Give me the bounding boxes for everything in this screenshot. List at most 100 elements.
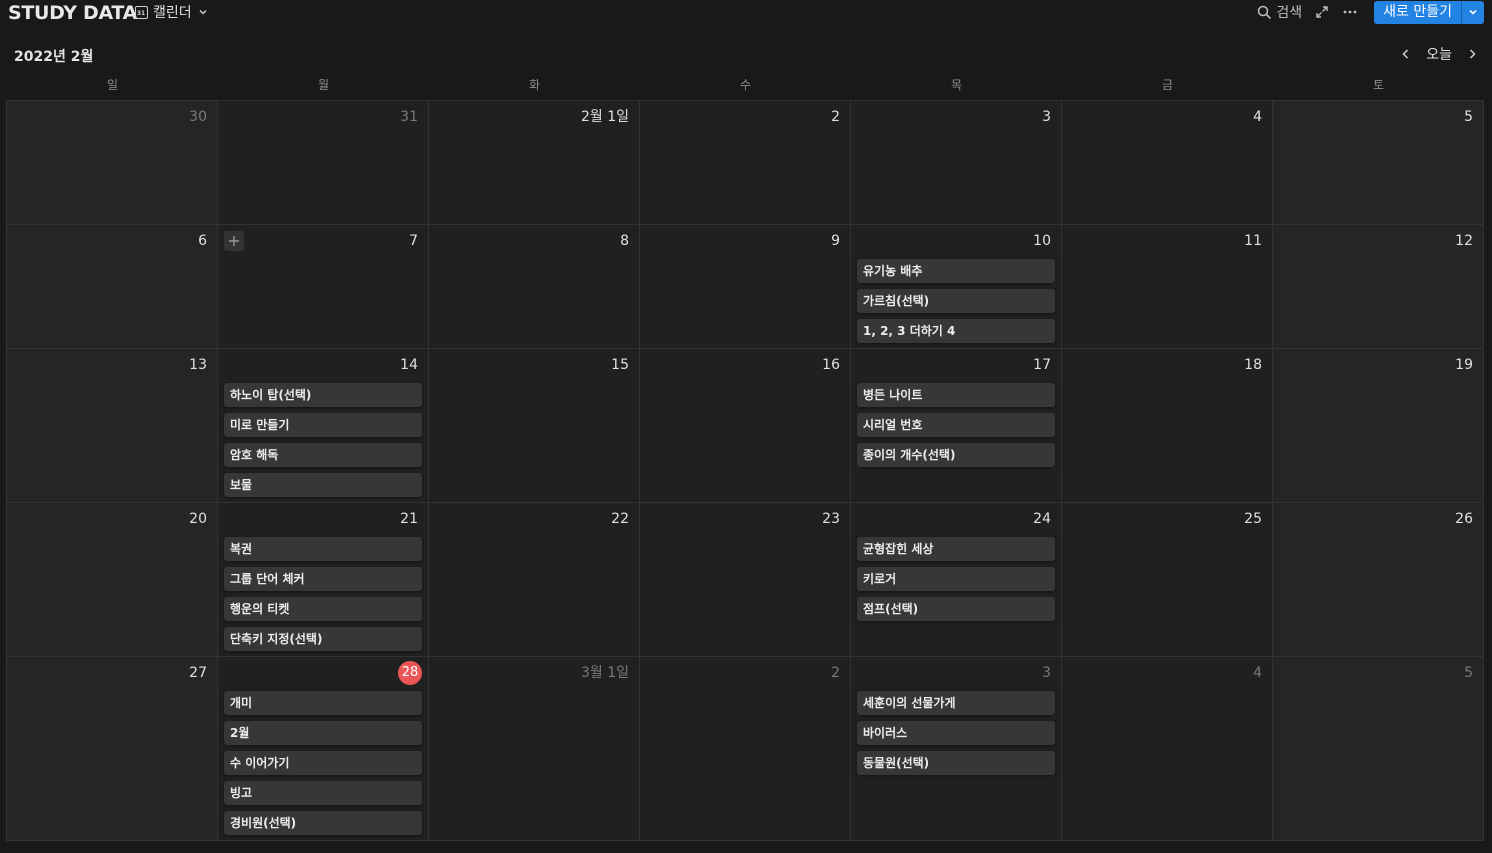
event-list: 병든 나이트시리얼 번호종이의 개수(선택): [857, 383, 1055, 467]
calendar-day-cell[interactable]: 2월 1일: [429, 101, 640, 225]
day-number: 4: [1253, 665, 1262, 681]
event-card[interactable]: 2월: [224, 721, 422, 745]
day-number: 30: [189, 109, 207, 125]
day-number: 15: [611, 357, 629, 373]
calendar-day-cell[interactable]: 25: [1062, 503, 1273, 657]
next-month-button[interactable]: [1464, 46, 1480, 62]
add-event-button[interactable]: [224, 231, 244, 251]
event-card[interactable]: 복권: [224, 537, 422, 561]
day-number: 2월 1일: [580, 109, 629, 125]
day-number: 8: [620, 233, 629, 249]
calendar-day-cell[interactable]: 8: [429, 225, 640, 349]
event-card[interactable]: 유기농 배추: [857, 259, 1055, 283]
search-label: 검색: [1276, 5, 1303, 21]
calendar-grid: 30 31 2월 1일 2 3 4 5 6 7 8 9 10 유기농 배추 가르침(선택) 1, 2, 3 …: [6, 100, 1484, 841]
event-card[interactable]: 암호 해독: [224, 443, 422, 467]
calendar-day-cell[interactable]: 14 하노이 탑(선택) 미로 만들기 암호 해독 보물: [218, 349, 429, 503]
event-card[interactable]: 하노이 탑(선택): [224, 383, 422, 407]
day-number: 18: [1244, 357, 1262, 373]
calendar-day-cell[interactable]: 6: [7, 225, 218, 349]
calendar-day-cell[interactable]: 19: [1273, 349, 1484, 503]
chevron-left-icon: [1402, 49, 1409, 59]
calendar-day-cell[interactable]: 3: [851, 101, 1062, 225]
day-number: 12: [1455, 233, 1473, 249]
calendar-day-cell[interactable]: 16: [640, 349, 851, 503]
calendar-day-cell[interactable]: 24 균형잡힌 세상 키로거 점프(선택): [851, 503, 1062, 657]
more-icon[interactable]: [1342, 4, 1358, 20]
search-icon: [1256, 4, 1272, 20]
calendar-day-cell[interactable]: 11: [1062, 225, 1273, 349]
calendar-day-cell[interactable]: 15: [429, 349, 640, 503]
today-button[interactable]: 오늘: [1424, 44, 1454, 64]
event-card[interactable]: 1, 2, 3 더하기 4: [857, 319, 1055, 343]
event-card[interactable]: 보물: [224, 473, 422, 497]
calendar-day-cell[interactable]: 12: [1273, 225, 1484, 349]
weekday-label: 일: [106, 78, 119, 92]
month-navigation: 오늘: [1398, 44, 1480, 64]
calendar-day-cell[interactable]: 26: [1273, 503, 1484, 657]
calendar-day-cell[interactable]: 5: [1273, 657, 1484, 841]
weekday-label: 목: [950, 78, 963, 92]
day-number: 10: [1033, 233, 1051, 249]
day-number: 6: [198, 233, 207, 249]
event-card[interactable]: 동물원(선택): [857, 751, 1055, 775]
calendar-day-cell[interactable]: 3월 1일: [429, 657, 640, 841]
event-card[interactable]: 바이러스: [857, 721, 1055, 745]
event-card[interactable]: 단축키 지정(선택): [224, 627, 422, 651]
calendar-day-cell[interactable]: 2: [640, 101, 851, 225]
calendar-day-cell[interactable]: 30: [7, 101, 218, 225]
calendar-day-cell[interactable]: 23: [640, 503, 851, 657]
day-number: 5: [1464, 109, 1473, 125]
calendar-day-cell[interactable]: 22: [429, 503, 640, 657]
new-dropdown-button[interactable]: [1461, 0, 1484, 24]
calendar-day-cell[interactable]: 5: [1273, 101, 1484, 225]
event-card[interactable]: 개미: [224, 691, 422, 715]
calendar-day-cell[interactable]: 9: [640, 225, 851, 349]
event-card[interactable]: 가르침(선택): [857, 289, 1055, 313]
event-card[interactable]: 균형잡힌 세상: [857, 537, 1055, 561]
month-title: 2022년 2월: [14, 49, 94, 65]
calendar-day-cell[interactable]: 7: [218, 225, 429, 349]
chevron-down-icon: [197, 6, 209, 18]
event-card[interactable]: 세훈이의 선물가게: [857, 691, 1055, 715]
calendar-day-cell[interactable]: 17 병든 나이트 시리얼 번호 종이의 개수(선택): [851, 349, 1062, 503]
calendar-day-cell[interactable]: 4: [1062, 657, 1273, 841]
new-button[interactable]: 새로 만들기: [1374, 0, 1461, 24]
event-card[interactable]: 빙고: [224, 781, 422, 805]
event-card[interactable]: 수 이어가기: [224, 751, 422, 775]
weekday-label: 수: [739, 78, 752, 92]
event-card[interactable]: 행운의 티켓: [224, 597, 422, 621]
calendar-day-cell[interactable]: 3 세훈이의 선물가게 바이러스 동물원(선택): [851, 657, 1062, 841]
event-card[interactable]: 키로거: [857, 567, 1055, 591]
calendar-day-cell[interactable]: 21 복권 그룹 단어 체커 행운의 티켓 단축키 지정(선택): [218, 503, 429, 657]
event-card[interactable]: 그룹 단어 체커: [224, 567, 422, 591]
event-list: 균형잡힌 세상키로거점프(선택): [857, 537, 1055, 621]
view-switcher[interactable]: 31 캘린더: [135, 2, 209, 22]
day-number: 3: [1042, 109, 1051, 125]
event-card[interactable]: 시리얼 번호: [857, 413, 1055, 437]
event-card[interactable]: 경비원(선택): [224, 811, 422, 835]
day-number: 4: [1253, 109, 1262, 125]
calendar-day-cell[interactable]: 18: [1062, 349, 1273, 503]
day-number: 16: [822, 357, 840, 373]
calendar-day-cell[interactable]: 31: [218, 101, 429, 225]
new-button-group: 새로 만들기: [1374, 0, 1484, 24]
search-button[interactable]: 검색: [1256, 2, 1302, 22]
event-card[interactable]: 점프(선택): [857, 597, 1055, 621]
event-card[interactable]: 종이의 개수(선택): [857, 443, 1055, 467]
weekday-header: 일 월 화 수 목 금 토: [7, 76, 1484, 94]
weekday-label: 화: [528, 78, 541, 92]
event-card[interactable]: 미로 만들기: [224, 413, 422, 437]
database-title[interactable]: STUDY DATA: [8, 1, 137, 25]
calendar-day-cell[interactable]: 28 개미 2월 수 이어가기 빙고 경비원(선택): [218, 657, 429, 841]
calendar-icon: 31: [135, 5, 148, 19]
event-card[interactable]: 병든 나이트: [857, 383, 1055, 407]
expand-icon[interactable]: [1314, 4, 1330, 20]
calendar-day-cell[interactable]: 20: [7, 503, 218, 657]
calendar-day-cell[interactable]: 2: [640, 657, 851, 841]
calendar-day-cell[interactable]: 27: [7, 657, 218, 841]
calendar-day-cell[interactable]: 13: [7, 349, 218, 503]
calendar-day-cell[interactable]: 10 유기농 배추가르침(선택) 1, 2, 3 더하기 4: [851, 225, 1062, 349]
previous-month-button[interactable]: [1398, 46, 1414, 62]
calendar-day-cell[interactable]: 4: [1062, 101, 1273, 225]
